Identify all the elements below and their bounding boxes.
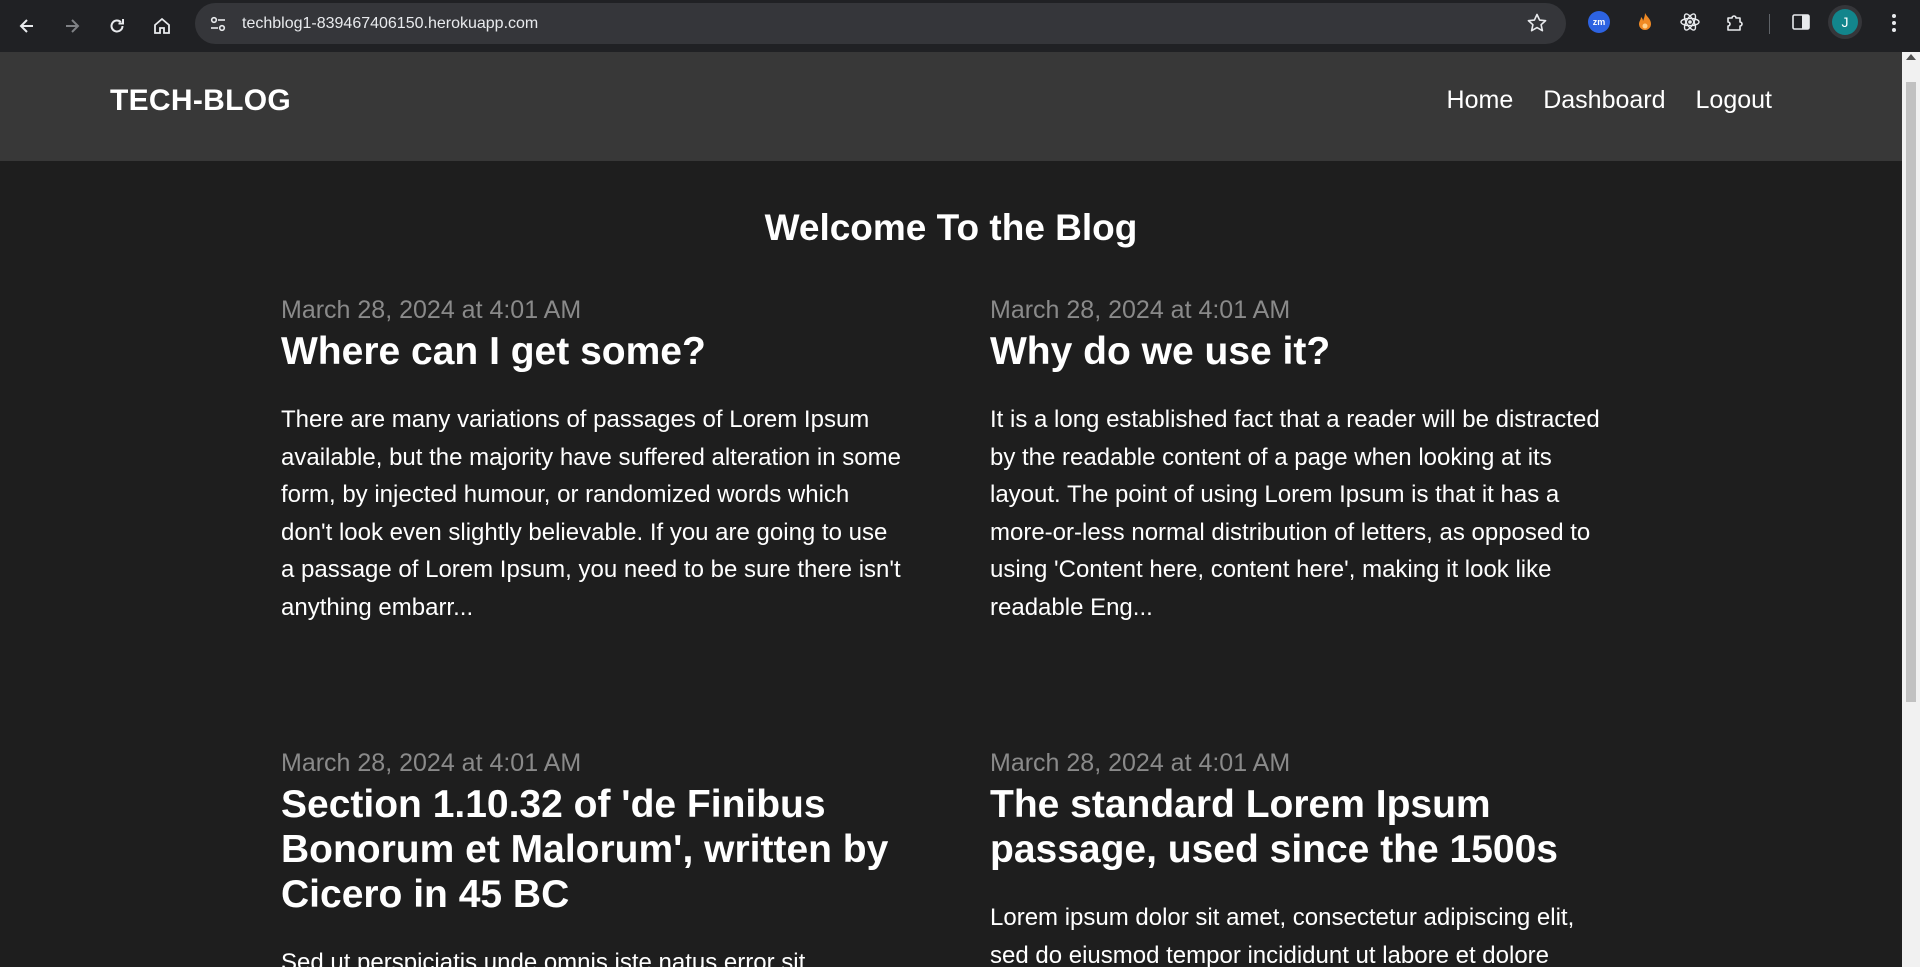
post-title[interactable]: Where can I get some? — [281, 329, 906, 374]
site-info-icon[interactable] — [206, 12, 230, 36]
scrollbar-thumb[interactable] — [1906, 82, 1916, 702]
profile-avatar[interactable]: J — [1832, 9, 1858, 35]
nav-dashboard-link[interactable]: Dashboard — [1543, 86, 1665, 115]
post-date: March 28, 2024 at 4:01 AM — [281, 749, 582, 777]
flame-extension-icon[interactable] — [1632, 9, 1658, 35]
zm-label: zm — [1588, 11, 1610, 33]
browser-menu-icon[interactable] — [1884, 10, 1904, 36]
zoom-extension-icon[interactable]: zm — [1586, 9, 1612, 35]
address-bar[interactable]: techblog1-839467406150.herokuapp.com — [195, 3, 1566, 44]
post-card[interactable]: March 28, 2024 at 4:01 AM Where can I ge… — [281, 296, 906, 626]
puzzle-extensions-icon[interactable] — [1722, 9, 1748, 35]
page-title: Welcome To the Blog — [764, 207, 1138, 248]
site-brand[interactable]: TECH-BLOG — [110, 84, 291, 118]
post-excerpt: Lorem ipsum dolor sit amet, consectetur … — [990, 904, 1575, 967]
post-title[interactable]: Section 1.10.32 of 'de Finibus Bonorum e… — [281, 782, 906, 917]
bookmark-star-icon[interactable] — [1526, 12, 1548, 39]
post-excerpt: It is a long established fact that a rea… — [990, 406, 1600, 621]
post-excerpt: Sed ut perspiciatis unde omnis iste natu… — [281, 949, 806, 967]
react-extension-icon[interactable] — [1677, 9, 1703, 35]
scroll-up-arrow-icon[interactable] — [1906, 54, 1916, 60]
page-viewport: TECH-BLOG Home Dashboard Logout Welcome … — [0, 52, 1902, 967]
post-title[interactable]: The standard Lorem Ipsum passage, used s… — [990, 782, 1615, 872]
side-panel-icon[interactable] — [1788, 9, 1814, 35]
post-card[interactable]: March 28, 2024 at 4:01 AM Why do we use … — [990, 296, 1615, 626]
post-date: March 28, 2024 at 4:01 AM — [281, 296, 582, 324]
post-card[interactable]: March 28, 2024 at 4:01 AM Section 1.10.3… — [281, 749, 906, 967]
post-excerpt: There are many variations of passages of… — [281, 406, 901, 621]
browser-toolbar: techblog1-839467406150.herokuapp.com zm … — [0, 0, 1920, 52]
post-title[interactable]: Why do we use it? — [990, 329, 1615, 374]
nav-logout-link[interactable]: Logout — [1696, 86, 1772, 115]
post-date: March 28, 2024 at 4:01 AM — [990, 296, 1291, 324]
page-scrollbar[interactable] — [1902, 52, 1920, 967]
toolbar-divider — [1769, 14, 1770, 34]
post-card[interactable]: March 28, 2024 at 4:01 AM The standard L… — [990, 749, 1615, 967]
forward-icon[interactable] — [54, 8, 90, 44]
back-icon[interactable] — [9, 8, 45, 44]
home-icon[interactable] — [144, 8, 180, 44]
site-nav: Home Dashboard Logout — [1447, 86, 1772, 115]
url-text[interactable]: techblog1-839467406150.herokuapp.com — [242, 15, 538, 33]
reload-icon[interactable] — [99, 8, 135, 44]
nav-home-link[interactable]: Home — [1447, 86, 1514, 115]
post-date: March 28, 2024 at 4:01 AM — [990, 749, 1291, 777]
site-header: TECH-BLOG Home Dashboard Logout — [0, 52, 1902, 161]
